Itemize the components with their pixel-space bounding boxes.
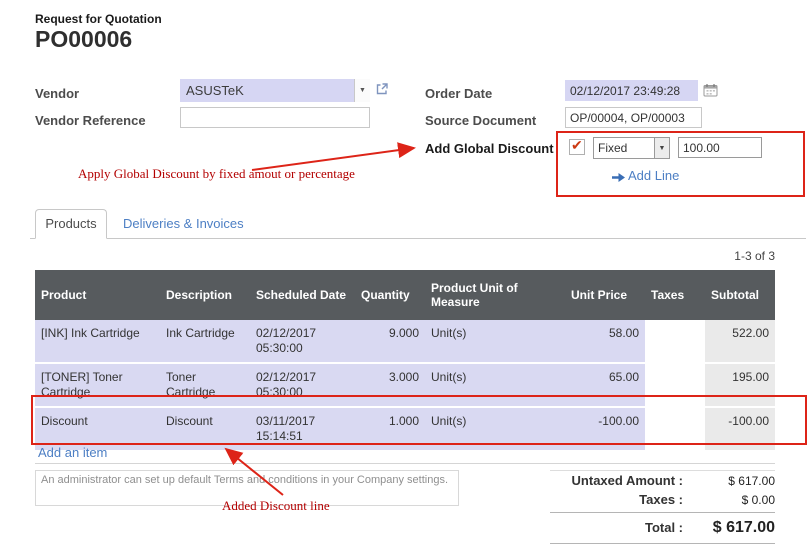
- page-title: PO00006: [35, 26, 132, 53]
- source-document-label: Source Document: [425, 113, 536, 128]
- cell-taxes: [645, 363, 705, 407]
- pager-range: 1-3 of 3: [734, 249, 775, 263]
- order-date-label: Order Date: [425, 86, 492, 101]
- add-item-row: Add an item: [35, 442, 775, 464]
- vendor-select-value: ASUSTeK: [180, 83, 354, 98]
- cell-description: Ink Cartridge: [160, 320, 250, 363]
- untaxed-amount-label: Untaxed Amount :: [550, 473, 683, 488]
- vendor-label: Vendor: [35, 86, 79, 101]
- taxes-value: $ 0.00: [683, 493, 775, 507]
- taxes-label: Taxes :: [550, 492, 683, 507]
- calendar-icon[interactable]: [703, 83, 718, 97]
- cell-scheduled-date: 02/12/2017 05:30:00: [250, 363, 355, 407]
- tab-deliveries-invoices[interactable]: Deliveries & Invoices: [123, 216, 244, 231]
- untaxed-amount-value: $ 617.00: [683, 474, 775, 488]
- arrow-right-icon: [612, 172, 625, 183]
- doc-type-label: Request for Quotation: [35, 12, 162, 26]
- vendor-reference-input[interactable]: [180, 107, 370, 128]
- cell-scheduled-date: 02/12/2017 05:30:00: [250, 320, 355, 363]
- taxes-row: Taxes : $ 0.00: [550, 490, 775, 509]
- vendor-select[interactable]: ASUSTeK ▼: [180, 79, 370, 102]
- annotation-note-discount-line: Added Discount line: [222, 498, 330, 514]
- total-label: Total :: [550, 520, 683, 535]
- total-value: $ 617.00: [683, 519, 775, 537]
- column-header-taxes[interactable]: Taxes: [645, 270, 705, 320]
- chevron-down-icon: ▼: [354, 79, 370, 102]
- discount-type-value: Fixed: [594, 141, 654, 155]
- discount-amount-input[interactable]: [678, 137, 762, 158]
- column-header-uom[interactable]: Product Unit of Measure: [425, 270, 565, 320]
- cell-description: Toner Cartridge: [160, 363, 250, 407]
- cell-product: [TONER] Toner Cartridge: [35, 363, 160, 407]
- cell-uom: Unit(s): [425, 320, 565, 363]
- cell-uom: Unit(s): [425, 363, 565, 407]
- tab-products[interactable]: Products: [35, 209, 107, 239]
- vendor-reference-label: Vendor Reference: [35, 113, 146, 128]
- totals-panel: Untaxed Amount : $ 617.00 Taxes : $ 0.00…: [550, 470, 775, 544]
- untaxed-amount-row: Untaxed Amount : $ 617.00: [550, 471, 775, 490]
- cell-taxes: [645, 320, 705, 363]
- column-header-description[interactable]: Description: [160, 270, 250, 320]
- chevron-down-icon: ▼: [654, 138, 669, 158]
- global-discount-checkbox[interactable]: ✔: [569, 139, 585, 155]
- external-link-icon[interactable]: [375, 82, 389, 96]
- cell-product: [INK] Ink Cartridge: [35, 320, 160, 363]
- check-icon: ✔: [571, 137, 583, 154]
- table-row[interactable]: [INK] Ink Cartridge Ink Cartridge 02/12/…: [35, 320, 775, 363]
- table-row[interactable]: [TONER] Toner Cartridge Toner Cartridge …: [35, 363, 775, 407]
- source-document-input[interactable]: [565, 107, 702, 128]
- order-date-input[interactable]: [565, 80, 698, 101]
- cell-quantity: 9.000: [355, 320, 425, 363]
- table-header-row: Product Description Scheduled Date Quant…: [35, 270, 775, 320]
- rfq-form-page: Request for Quotation PO00006 Vendor ASU…: [0, 0, 810, 546]
- cell-subtotal: 522.00: [705, 320, 775, 363]
- notebook-tabbar: Products Deliveries & Invoices: [30, 209, 806, 239]
- global-discount-label: Add Global Discount: [425, 141, 554, 156]
- column-header-unit-price[interactable]: Unit Price: [565, 270, 645, 320]
- add-an-item-link[interactable]: Add an item: [38, 445, 107, 460]
- annotation-note-global-discount: Apply Global Discount by fixed amout or …: [78, 166, 355, 182]
- column-header-quantity[interactable]: Quantity: [355, 270, 425, 320]
- cell-unit-price: 58.00: [565, 320, 645, 363]
- cell-quantity: 3.000: [355, 363, 425, 407]
- column-header-scheduled-date[interactable]: Scheduled Date: [250, 270, 355, 320]
- order-lines-table: Product Description Scheduled Date Quant…: [35, 270, 775, 452]
- add-line-link[interactable]: Add Line: [628, 168, 679, 183]
- column-header-product[interactable]: Product: [35, 270, 160, 320]
- cell-unit-price: 65.00: [565, 363, 645, 407]
- discount-type-select[interactable]: Fixed ▼: [593, 137, 670, 159]
- cell-subtotal: 195.00: [705, 363, 775, 407]
- column-header-subtotal[interactable]: Subtotal: [705, 270, 775, 320]
- total-row: Total : $ 617.00: [550, 512, 775, 544]
